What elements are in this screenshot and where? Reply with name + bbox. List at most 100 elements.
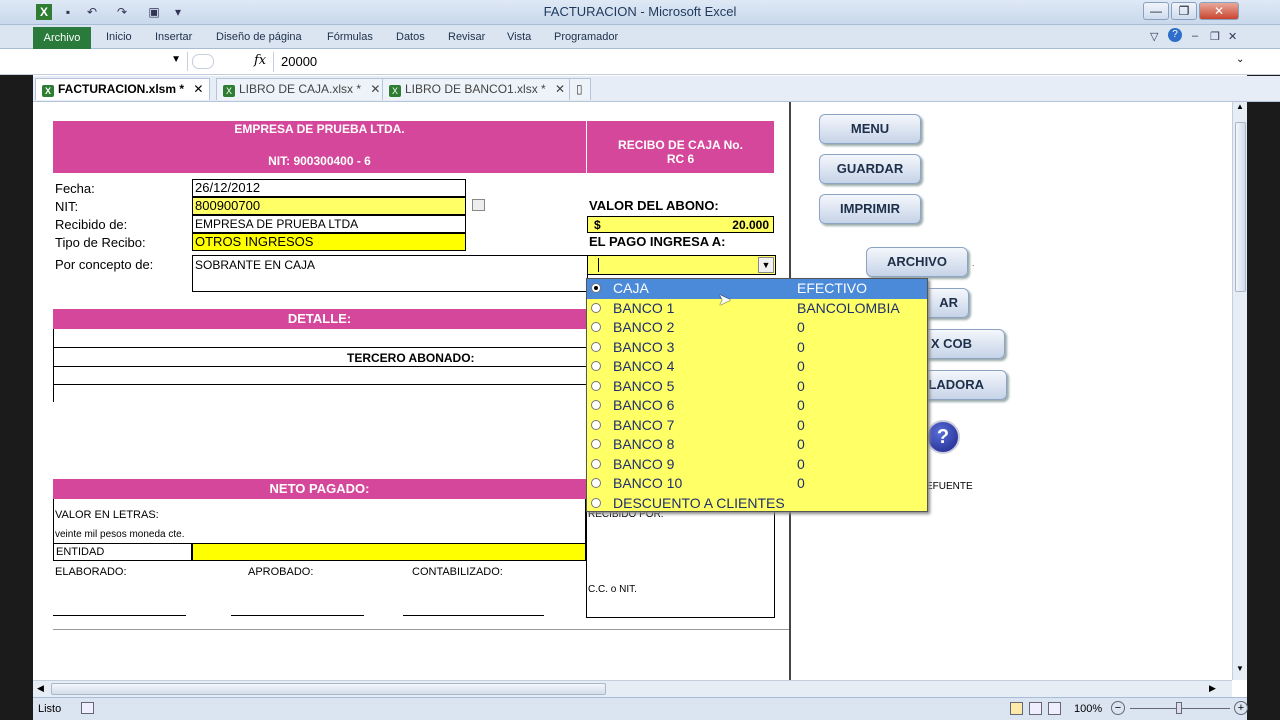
receipt-title: RECIBO DE CAJA No.: [618, 138, 743, 152]
radio-icon: [591, 361, 601, 371]
list-item[interactable]: BANCO 10 0: [587, 474, 927, 494]
print-preview-icon[interactable]: ▣: [146, 4, 162, 20]
help-icon[interactable]: ?: [926, 420, 960, 454]
tipo-recibo-label: Tipo de Recibo:: [55, 235, 146, 250]
help-icon[interactable]: ?: [1168, 28, 1182, 42]
zoom-out-icon[interactable]: −: [1111, 701, 1125, 715]
page-layout-icon[interactable]: [1029, 702, 1042, 715]
tab-insertar[interactable]: Insertar: [155, 31, 192, 43]
valor-abono-label: VALOR DEL ABONO:: [589, 198, 719, 213]
signature-line: [231, 615, 364, 616]
scroll-right-icon[interactable]: ▶: [1209, 683, 1216, 694]
expand-formula-bar-icon[interactable]: ⌄: [1236, 54, 1244, 65]
entidad-field[interactable]: [192, 543, 586, 561]
chevron-down-icon[interactable]: ▼: [758, 257, 774, 273]
scroll-thumb[interactable]: [51, 683, 606, 695]
tab-revisar[interactable]: Revisar: [448, 31, 485, 43]
doc-tab-label: LIBRO DE BANCO1.xlsx *: [405, 82, 546, 96]
save-icon[interactable]: ▪: [60, 4, 76, 20]
imprimir-button[interactable]: IMPRIMIR: [819, 194, 921, 224]
list-item[interactable]: CAJA EFECTIVO: [587, 279, 927, 299]
list-item[interactable]: BANCO 80: [587, 435, 927, 455]
minimize-button[interactable]: —: [1143, 2, 1169, 20]
ribbon-collapse-icon[interactable]: ▽: [1150, 30, 1158, 43]
recibido-de-field[interactable]: EMPRESA DE PRUEBA LTDA: [192, 215, 466, 233]
document-tabs: X FACTURACION.xlsm * ✕ X LIBRO DE CAJA.xls…: [33, 76, 1280, 102]
function-icon[interactable]: fx: [254, 53, 266, 68]
scroll-up-icon[interactable]: ▲: [1234, 102, 1246, 114]
tercero-abonado-label: TERCERO ABONADO:: [347, 351, 475, 365]
doc-close-icon[interactable]: ✕: [1228, 30, 1237, 43]
tab-inicio[interactable]: Inicio: [106, 31, 132, 43]
tipo-recibo-field[interactable]: OTROS INGRESOS: [192, 233, 466, 251]
doc-restore-icon[interactable]: ❐: [1210, 30, 1220, 43]
customize-qat-icon[interactable]: ▾: [170, 4, 186, 20]
doc-tab-libro-caja[interactable]: X LIBRO DE CAJA.xlsx * ✕: [216, 78, 388, 100]
list-item[interactable]: BANCO 40: [587, 357, 927, 377]
print-area-border: [53, 629, 789, 630]
zoom-level[interactable]: 100%: [1074, 703, 1102, 715]
table-border: [53, 329, 54, 402]
list-item[interactable]: DESCUENTO A CLIENTES: [587, 494, 927, 514]
archivo-button[interactable]: ARCHIVO: [866, 247, 968, 277]
radio-icon: [591, 439, 601, 449]
horizontal-scrollbar[interactable]: ◀ ▶: [33, 680, 1232, 697]
excel-icon[interactable]: X: [36, 4, 52, 20]
doc-minimize-icon[interactable]: –: [1192, 30, 1198, 42]
doc-tab-libro-banco[interactable]: X LIBRO DE BANCO1.xlsx * ✕: [382, 78, 573, 100]
formula-bar-handle[interactable]: [192, 54, 214, 69]
nit-label: NIT:: [55, 199, 79, 214]
scroll-left-icon[interactable]: ◀: [37, 683, 44, 694]
valor-abono-value: 20.000: [732, 218, 769, 232]
normal-view-icon[interactable]: [1010, 702, 1023, 715]
por-concepto-field[interactable]: SOBRANTE EN CAJA: [192, 255, 588, 292]
restore-button[interactable]: ❐: [1171, 2, 1197, 20]
close-tab-icon[interactable]: ✕: [555, 82, 565, 96]
doc-tab-facturacion[interactable]: X FACTURACION.xlsm * ✕: [35, 78, 211, 100]
close-button[interactable]: ✕: [1199, 2, 1239, 20]
tab-datos[interactable]: Datos: [396, 31, 425, 43]
receipt-header: RECIBO DE CAJA No. RC 6: [586, 121, 774, 173]
scroll-down-icon[interactable]: ▼: [1234, 664, 1246, 676]
nit-field[interactable]: 800900700: [192, 197, 466, 215]
radio-icon: [591, 419, 601, 430]
title-bar: FACTURACION - Microsoft Excel X ▪ ↶ ↷ ▣ …: [0, 0, 1280, 25]
valor-abono-field[interactable]: $ 20.000: [587, 216, 774, 233]
list-item[interactable]: BANCO 60: [587, 396, 927, 416]
list-item[interactable]: BANCO 20: [587, 318, 927, 338]
currency-symbol: $: [594, 218, 601, 232]
list-item[interactable]: BANCO 90: [587, 455, 927, 475]
list-item[interactable]: BANCO 50: [587, 377, 927, 397]
nit-lookup-button[interactable]: [472, 199, 485, 211]
zoom-in-icon[interactable]: +: [1234, 701, 1248, 715]
formula-input[interactable]: 20000: [281, 54, 317, 69]
doc-tab-label: LIBRO DE CAJA.xlsx *: [239, 82, 362, 96]
scroll-thumb[interactable]: [1235, 122, 1246, 292]
tab-programador[interactable]: Programador: [554, 31, 618, 43]
vertical-scrollbar[interactable]: ▲ ▼: [1232, 102, 1247, 680]
page-break-icon[interactable]: [1048, 702, 1061, 715]
tab-vista[interactable]: Vista: [507, 31, 531, 43]
macro-record-icon[interactable]: [81, 702, 94, 714]
tab-diseno-pagina[interactable]: Diseño de página: [216, 31, 302, 43]
valor-letras-value: veinte mil pesos moneda cte.: [55, 529, 185, 540]
tab-archivo[interactable]: Archivo: [33, 27, 91, 49]
tab-formulas[interactable]: Fórmulas: [327, 31, 373, 43]
signature-line: [403, 615, 544, 616]
list-item[interactable]: BANCO 1 BANCOLOMBIA: [587, 299, 927, 319]
close-tab-icon[interactable]: ✕: [370, 82, 380, 96]
name-box[interactable]: ▼: [40, 52, 188, 71]
name-box-dropdown-icon[interactable]: ▼: [171, 54, 181, 65]
close-tab-icon[interactable]: ✕: [193, 82, 203, 96]
formula-bar: ▼ fx 20000 ⌄: [0, 49, 1280, 75]
fecha-field[interactable]: 26/12/2012: [192, 179, 466, 197]
list-item[interactable]: BANCO 30: [587, 338, 927, 358]
new-doc-tab[interactable]: ▯: [569, 78, 591, 100]
menu-button[interactable]: MENU: [819, 114, 921, 144]
zoom-slider-thumb[interactable]: [1176, 702, 1182, 714]
list-item[interactable]: BANCO 70: [587, 416, 927, 436]
pago-ingresa-select[interactable]: ▼: [587, 255, 776, 275]
undo-icon[interactable]: ↶: [84, 4, 100, 20]
redo-icon[interactable]: ↷: [114, 4, 130, 20]
guardar-button[interactable]: GUARDAR: [819, 154, 921, 184]
